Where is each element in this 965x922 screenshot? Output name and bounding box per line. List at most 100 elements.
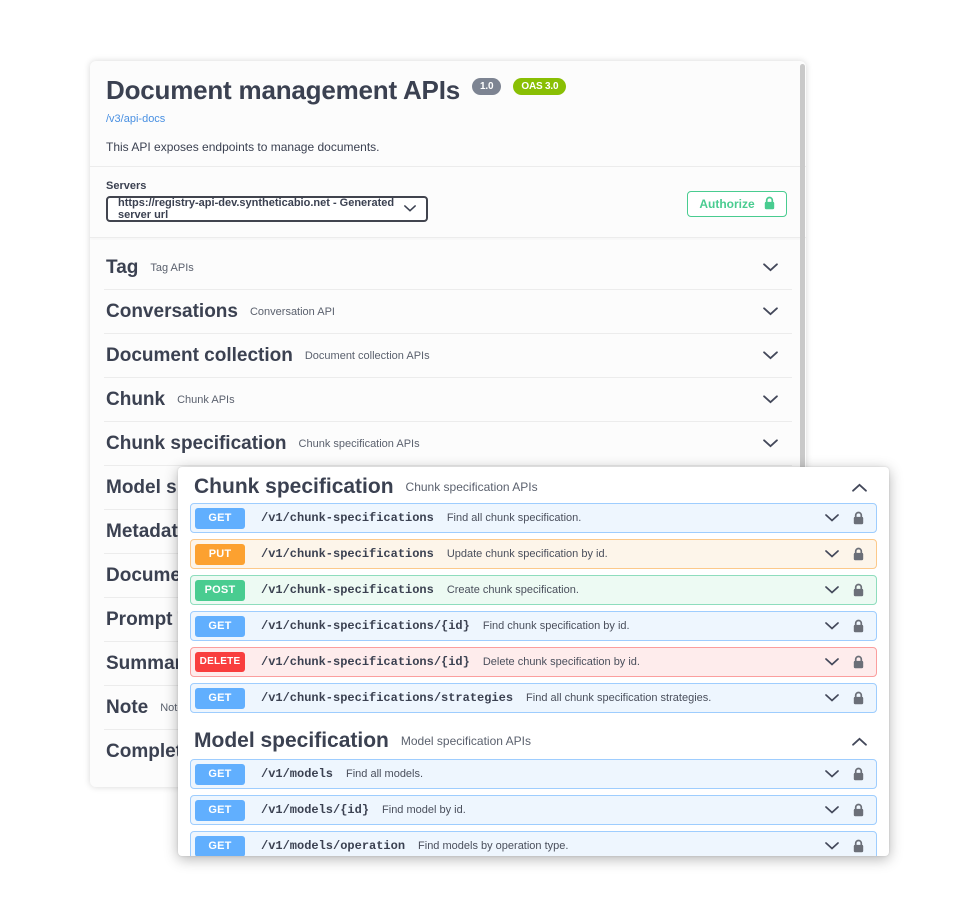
tag-description: Chunk specification APIs	[299, 438, 420, 450]
lock-icon[interactable]	[853, 803, 864, 817]
servers-block: Servers https://registry-api-dev.synthet…	[106, 180, 428, 222]
servers-label: Servers	[106, 180, 428, 192]
operation-row[interactable]: DELETE /v1/chunk-specifications/{id} Del…	[190, 647, 877, 677]
servers-select[interactable]: https://registry-api-dev.syntheticabio.n…	[106, 196, 428, 222]
operation-row[interactable]: GET /v1/models Find all models.	[190, 759, 877, 789]
http-method-badge: GET	[195, 836, 245, 857]
section-description: Model specification APIs	[401, 734, 531, 748]
section-title: Model specification	[194, 729, 389, 753]
chevron-down-icon[interactable]	[763, 263, 778, 272]
tag-name: Chunk specification	[106, 433, 287, 455]
page-title-text: Document management APIs	[106, 75, 460, 105]
chevron-up-icon[interactable]	[852, 737, 867, 746]
lock-icon[interactable]	[853, 547, 864, 561]
operation-path: /v1/chunk-specifications	[261, 511, 434, 525]
chevron-down-icon[interactable]	[825, 770, 839, 778]
tag-description: Document collection APIs	[305, 350, 430, 362]
operation-row[interactable]: PUT /v1/chunk-specifications Update chun…	[190, 539, 877, 569]
operation-path: /v1/models/operation	[261, 839, 405, 853]
lock-icon	[764, 196, 775, 213]
operation-summary: Find all models.	[346, 768, 423, 780]
api-description: This API exposes endpoints to manage doc…	[106, 140, 776, 154]
tag-name: Conversations	[106, 301, 238, 323]
lock-icon[interactable]	[853, 691, 864, 705]
operation-path: /v1/chunk-specifications/{id}	[261, 655, 470, 669]
section-title: Chunk specification	[194, 475, 394, 499]
api-info: Document management APIs 1.0 OAS 3.0 /v3…	[106, 75, 776, 154]
tag-name: Document collection	[106, 345, 293, 367]
tag-name: Tag	[106, 257, 138, 279]
tag-section-row[interactable]: Chunk specification Chunk specification …	[104, 422, 792, 466]
chevron-down-icon[interactable]	[825, 694, 839, 702]
http-method-badge: GET	[195, 764, 245, 785]
servers-selected-value: https://registry-api-dev.syntheticabio.n…	[118, 197, 404, 221]
spec-link[interactable]: /v3/api-docs	[106, 113, 165, 125]
operation-row[interactable]: GET /v1/chunk-specifications/{id} Find c…	[190, 611, 877, 641]
chevron-down-icon[interactable]	[825, 658, 839, 666]
expanded-operations-panel: Chunk specification Chunk specification …	[178, 467, 889, 856]
operation-summary: Find models by operation type.	[418, 840, 568, 852]
lock-icon[interactable]	[853, 839, 864, 853]
tag-name: Metadata	[106, 521, 188, 543]
tag-name: Note	[106, 697, 148, 719]
operation-summary: Update chunk specification by id.	[447, 548, 608, 560]
http-method-badge: DELETE	[195, 652, 245, 672]
authorize-label: Authorize	[699, 197, 754, 211]
divider	[90, 166, 806, 167]
authorize-button[interactable]: Authorize	[687, 191, 787, 217]
section-description: Chunk specification APIs	[406, 480, 538, 494]
operation-summary: Find all chunk specification.	[447, 512, 582, 524]
chevron-down-icon[interactable]	[763, 351, 778, 360]
lock-icon[interactable]	[853, 511, 864, 525]
chevron-down-icon[interactable]	[825, 550, 839, 558]
operation-summary: Delete chunk specification by id.	[483, 656, 640, 668]
section-header-chunk-specification[interactable]: Chunk specification Chunk specification …	[190, 471, 877, 503]
divider	[90, 237, 806, 238]
chevron-down-icon[interactable]	[763, 439, 778, 448]
operation-row[interactable]: GET /v1/models/{id} Find model by id.	[190, 795, 877, 825]
operation-summary: Find chunk specification by id.	[483, 620, 630, 632]
tag-section-row[interactable]: Tag Tag APIs	[104, 246, 792, 290]
http-method-badge: GET	[195, 508, 245, 529]
http-method-badge: POST	[195, 580, 245, 601]
chevron-down-icon	[404, 203, 416, 215]
tag-name: Chunk	[106, 389, 165, 411]
tag-section-row[interactable]: Conversations Conversation API	[104, 290, 792, 334]
operation-path: /v1/models/{id}	[261, 803, 369, 817]
http-method-badge: GET	[195, 616, 245, 637]
operation-row[interactable]: GET /v1/models/operation Find models by …	[190, 831, 877, 856]
operation-summary: Find all chunk specification strategies.	[526, 692, 711, 704]
page-title: Document management APIs 1.0 OAS 3.0	[106, 75, 776, 106]
tag-description: Tag APIs	[150, 262, 193, 274]
oas-badge: OAS 3.0	[513, 78, 566, 95]
chevron-down-icon[interactable]	[763, 395, 778, 404]
chevron-down-icon[interactable]	[825, 586, 839, 594]
chevron-down-icon[interactable]	[825, 622, 839, 630]
lock-icon[interactable]	[853, 583, 864, 597]
operation-path: /v1/chunk-specifications/{id}	[261, 619, 470, 633]
chevron-up-icon[interactable]	[852, 483, 867, 492]
operation-row[interactable]: GET /v1/chunk-specifications Find all ch…	[190, 503, 877, 533]
chevron-down-icon[interactable]	[825, 806, 839, 814]
tag-section-row[interactable]: Document collection Document collection …	[104, 334, 792, 378]
chevron-down-icon[interactable]	[763, 307, 778, 316]
http-method-badge: GET	[195, 800, 245, 821]
operation-summary: Create chunk specification.	[447, 584, 579, 596]
operation-path: /v1/chunk-specifications	[261, 583, 434, 597]
http-method-badge: PUT	[195, 544, 245, 565]
tag-description: Chunk APIs	[177, 394, 234, 406]
tag-section-row[interactable]: Chunk Chunk APIs	[104, 378, 792, 422]
http-method-badge: GET	[195, 688, 245, 709]
chevron-down-icon[interactable]	[825, 514, 839, 522]
lock-icon[interactable]	[853, 767, 864, 781]
operation-path: /v1/chunk-specifications	[261, 547, 434, 561]
operation-row[interactable]: GET /v1/chunk-specifications/strategies …	[190, 683, 877, 713]
tag-description: Conversation API	[250, 306, 335, 318]
lock-icon[interactable]	[853, 619, 864, 633]
section-header-model-specification[interactable]: Model specification Model specification …	[190, 723, 877, 759]
operation-row[interactable]: POST /v1/chunk-specifications Create chu…	[190, 575, 877, 605]
lock-icon[interactable]	[853, 655, 864, 669]
operation-path: /v1/chunk-specifications/strategies	[261, 691, 513, 705]
chevron-down-icon[interactable]	[825, 842, 839, 850]
version-badge: 1.0	[472, 78, 501, 95]
